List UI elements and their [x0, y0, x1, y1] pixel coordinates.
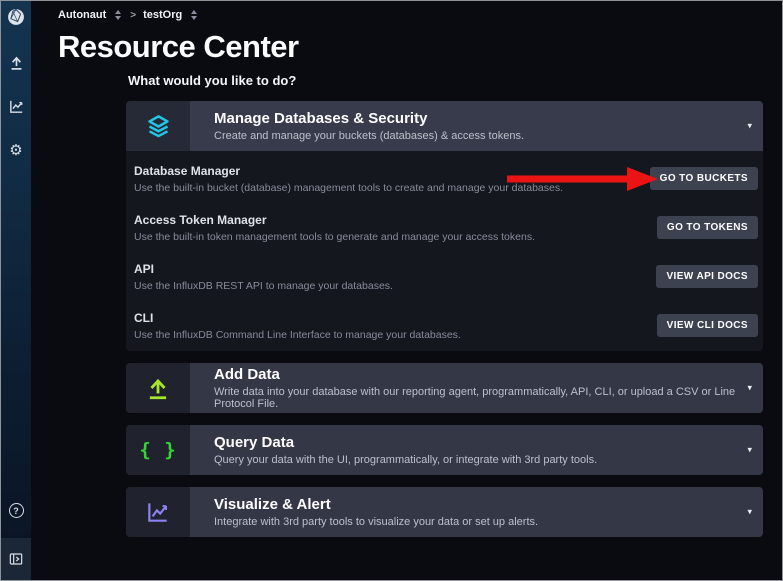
panel-title: Visualize & Alert — [214, 496, 763, 513]
row-description: Use the built-in token management tools … — [134, 231, 657, 243]
panel-visualize-alert-header[interactable]: Visualize & Alert Integrate with 3rd par… — [126, 487, 763, 537]
row-description: Use the InfluxDB Command Line Interface … — [134, 329, 657, 341]
account-switcher-caret-icon[interactable] — [113, 10, 123, 20]
visualize-chart-icon — [145, 499, 171, 525]
panel-query-data-header[interactable]: { } Query Data Query your data with the … — [126, 425, 763, 475]
row-title: Access Token Manager — [134, 213, 657, 227]
go-to-buckets-button[interactable]: GO TO BUCKETS — [650, 167, 758, 190]
breadcrumb-separator: > — [130, 10, 136, 21]
chevron-down-icon[interactable]: ▾ — [747, 507, 752, 518]
add-data-upload-icon — [145, 375, 171, 401]
row-cli: CLI Use the InfluxDB Command Line Interf… — [126, 301, 763, 350]
row-description: Use the InfluxDB REST API to manage your… — [134, 280, 656, 292]
panel-add-data: Add Data Write data into your database w… — [126, 363, 763, 413]
data-explorer-graph-icon[interactable] — [6, 96, 26, 116]
panel-manage-databases-header[interactable]: Manage Databases & Security Create and m… — [126, 101, 763, 151]
panel-title: Query Data — [214, 434, 763, 451]
panel-description: Query your data with the UI, programmati… — [214, 454, 763, 466]
row-database-manager: Database Manager Use the built-in bucket… — [126, 154, 763, 203]
org-switcher-caret-icon[interactable] — [189, 10, 199, 20]
row-description: Use the built-in bucket (database) manag… — [134, 182, 650, 194]
panel-description: Integrate with 3rd party tools to visual… — [214, 516, 763, 528]
panel-add-data-header[interactable]: Add Data Write data into your database w… — [126, 363, 763, 413]
panel-title: Manage Databases & Security — [214, 110, 763, 127]
panel-query-data: { } Query Data Query your data with the … — [126, 425, 763, 475]
view-api-docs-button[interactable]: VIEW API DOCS — [656, 265, 758, 288]
settings-gear-icon[interactable]: ⚙ — [6, 140, 26, 160]
sidebar-nav: ⚙ — [6, 52, 26, 160]
row-access-token-manager: Access Token Manager Use the built-in to… — [126, 203, 763, 252]
panel-manage-databases: Manage Databases & Security Create and m… — [126, 101, 763, 351]
chevron-down-icon[interactable]: ▾ — [747, 121, 752, 132]
chevron-down-icon[interactable]: ▾ — [747, 445, 752, 456]
breadcrumb: Autonaut > testOrg — [58, 1, 782, 29]
buckets-layers-icon — [145, 113, 172, 140]
help-icon[interactable]: ? — [9, 503, 24, 518]
panel-title: Add Data — [214, 366, 763, 383]
chevron-down-icon[interactable]: ▾ — [747, 383, 752, 394]
sidebar-expand-toggle[interactable] — [1, 538, 31, 580]
panel-visualize-alert: Visualize & Alert Integrate with 3rd par… — [126, 487, 763, 537]
influxdb-logo-icon[interactable] — [5, 6, 27, 28]
breadcrumb-org[interactable]: testOrg — [143, 9, 182, 21]
panel-description: Write data into your database with our r… — [214, 386, 763, 410]
resource-panels: Manage Databases & Security Create and m… — [126, 101, 763, 537]
sidebar: ⚙ ? — [1, 1, 31, 580]
curly-braces-icon: { } — [139, 439, 176, 461]
page-title: Resource Center — [58, 29, 782, 65]
panel-description: Create and manage your buckets (database… — [214, 130, 763, 142]
expand-panel-icon — [8, 551, 24, 567]
app-window: ⚙ ? Autonaut > testOrg Resource Center W… — [0, 0, 783, 581]
go-to-tokens-button[interactable]: GO TO TOKENS — [657, 216, 758, 239]
row-title: CLI — [134, 311, 657, 325]
view-cli-docs-button[interactable]: VIEW CLI DOCS — [657, 314, 758, 337]
breadcrumb-account[interactable]: Autonaut — [58, 9, 106, 21]
row-api: API Use the InfluxDB REST API to manage … — [126, 252, 763, 301]
upload-data-icon[interactable] — [6, 52, 26, 72]
main-content: Autonaut > testOrg Resource Center What … — [31, 1, 782, 580]
row-title: API — [134, 262, 656, 276]
page-subtitle: What would you like to do? — [128, 73, 782, 88]
row-title: Database Manager — [134, 164, 650, 178]
